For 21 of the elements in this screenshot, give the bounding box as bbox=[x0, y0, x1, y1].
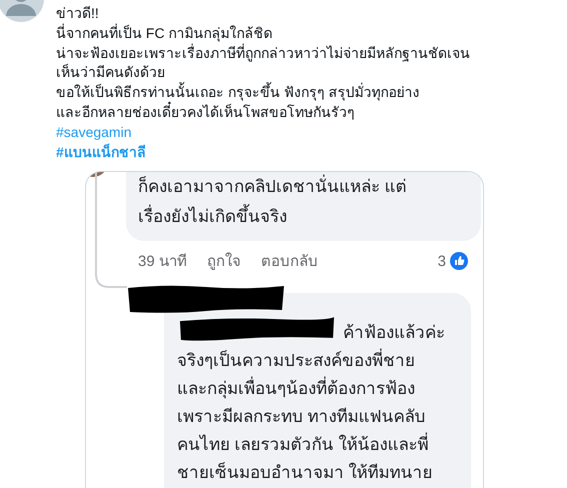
post-text-line: เห็นว่ามีคนดังด้วย bbox=[56, 63, 165, 82]
reply-text-line: และกลุ่มเพื่อนๆน้องที่ต้องการฟ้อง bbox=[177, 375, 415, 404]
thumbs-up-icon bbox=[450, 252, 468, 270]
post-text-line: น่าจะฟ้องเยอะเพราะเรื่องภาษีที่ถูกกล่าวหาว่าไม่จ่ายมีหลักฐานชัดเจน bbox=[56, 44, 470, 64]
hashtag-link[interactable]: #savegamin bbox=[56, 122, 132, 143]
reply-text-line: จริงๆเป็นความประสงค์ของพี่ชาย bbox=[177, 347, 415, 376]
comment-text-line: เรื่องยังไม่เกิดขึ้นจริง bbox=[138, 202, 287, 232]
comment-time: 39 นาที bbox=[138, 252, 187, 272]
reply-text-line: คนไทย เลยรวมตัวกัน ให้น้องและพี่ bbox=[177, 431, 428, 460]
reaction-count: 3 bbox=[438, 252, 446, 270]
reply-text-line: ค้าฟ้องแล้วค่ะ bbox=[343, 322, 445, 344]
comment-action-link[interactable]: ตอบกลับ bbox=[260, 249, 318, 274]
reply-text-line: ชายเซ็นมอบอำนาจมา ให้ทีมทนาย bbox=[177, 461, 433, 484]
reply-text-line: เพราะมีผลกระทบ ทางทีมแฟนคลับ bbox=[177, 406, 426, 428]
hashtag-link[interactable]: #แบนแน็กชาลี bbox=[56, 142, 146, 162]
comment-text-line: ก็คงเอามาจากคลิปเดชานั่นแหล่ะ แต่ bbox=[138, 172, 407, 202]
comment-action-link[interactable]: ถูกใจ bbox=[206, 249, 241, 274]
post-text-line: ขอให้เป็นพิธีกรท่านนั้นเถอะ กรุจะขึ้น ฟังกรุๆ สรุปมั่วทุกอย่าง bbox=[56, 83, 420, 102]
post-text-line: และอีกหลายช่องเดี๋ยวคงได้เห็นโพสขอโทษกันรัวๆ bbox=[56, 102, 355, 122]
post-text-line: ข่าวดี!! bbox=[56, 4, 99, 23]
post-text-line: นี่จากคนที่เป็น FC กามินกลุ่มใกล้ชิด bbox=[56, 24, 272, 44]
